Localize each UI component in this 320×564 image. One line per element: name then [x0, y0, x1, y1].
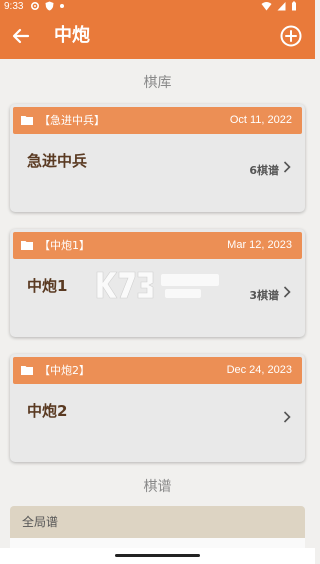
card-tag: 【中炮2】: [39, 364, 90, 377]
status-left-icons: [30, 1, 65, 11]
card-record-count: 3棋谱: [249, 289, 279, 302]
library-card[interactable]: 【急进中兵】 Oct 11, 2022 急进中兵 6棋谱: [10, 104, 305, 212]
app-bar: 中炮: [0, 13, 315, 59]
library-card[interactable]: 【中炮2】 Dec 24, 2023 中炮2: [10, 354, 305, 462]
card-name: 急进中兵: [27, 152, 88, 170]
card-tag: 【中炮1】: [39, 239, 90, 252]
shield-icon: [45, 1, 54, 11]
chevron-right-icon: [283, 411, 291, 423]
card-date: Dec 24, 2023: [226, 364, 292, 376]
plus-circle-icon[interactable]: [279, 24, 303, 48]
record-item-label: 全局谱: [22, 515, 59, 529]
card-name: 中炮1: [27, 277, 68, 295]
card-date: Mar 12, 2023: [227, 239, 292, 251]
status-right-icons: [261, 1, 297, 11]
card-date: Oct 11, 2022: [229, 114, 292, 126]
arrow-left-icon[interactable]: [10, 25, 32, 47]
chevron-right-icon: [283, 161, 291, 173]
signal-icon: [277, 2, 286, 11]
library-section-title: 棋库: [143, 75, 172, 91]
records-section-title: 棋谱: [143, 479, 172, 495]
card-name: 中炮2: [27, 402, 68, 420]
record-item[interactable]: 全局谱: [10, 506, 305, 538]
settings-icon: [30, 1, 40, 11]
system-nav-bar: [0, 548, 315, 564]
card-header: 【中炮2】 Dec 24, 2023: [13, 357, 302, 384]
card-record-count: 6棋谱: [249, 164, 279, 177]
page-title: 中炮: [54, 25, 90, 46]
library-card[interactable]: 【中炮1】 Mar 12, 2023 中炮1 3棋谱: [10, 229, 305, 337]
folder-icon: [21, 116, 33, 125]
card-tag: 【急进中兵】: [39, 114, 105, 127]
notification-dot-icon: [60, 4, 64, 8]
folder-icon: [21, 366, 33, 375]
folder-icon: [21, 241, 33, 250]
battery-icon: [292, 1, 296, 11]
card-header: 【急进中兵】 Oct 11, 2022: [13, 107, 302, 134]
card-header: 【中炮1】 Mar 12, 2023: [13, 232, 302, 259]
wifi-icon: [261, 2, 272, 11]
home-gesture-pill[interactable]: [115, 554, 200, 557]
status-time: 9:33: [4, 1, 24, 12]
status-bar: 9:33: [0, 0, 315, 13]
chevron-right-icon: [283, 286, 291, 298]
